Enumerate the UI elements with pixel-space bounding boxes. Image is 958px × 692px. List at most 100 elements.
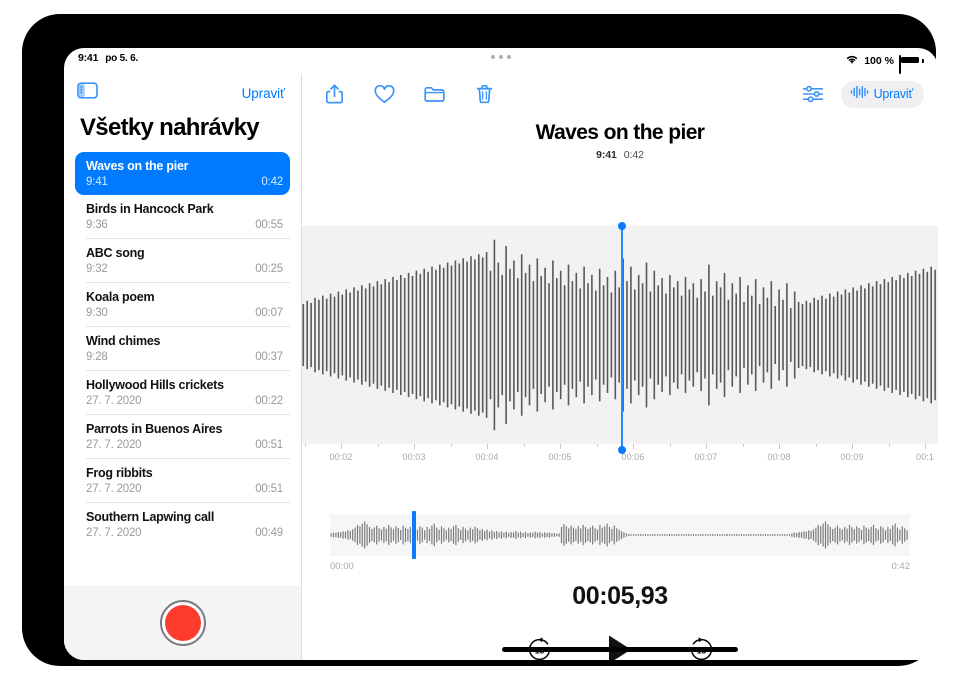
- list-item[interactable]: Waves on the pier 9:41 0:42: [75, 152, 290, 195]
- list-item[interactable]: Koala poem 9:30 00:07: [75, 283, 290, 326]
- sidebar-toggle-icon[interactable]: [77, 82, 98, 104]
- recording-time: 27. 7. 2020: [86, 527, 142, 539]
- recording-subtitle: 9:41 0:42: [302, 149, 938, 161]
- recording-time: 9:36: [86, 219, 108, 231]
- recording-name: Hollywood Hills crickets: [86, 378, 224, 392]
- recordings-list: Waves on the pier 9:41 0:42 Birds in Hancoc…: [64, 152, 301, 546]
- ruler-label: 00:02: [329, 452, 353, 462]
- status-bar-right: 100 %: [845, 52, 924, 74]
- recording-time: 27. 7. 2020: [86, 439, 142, 451]
- heart-icon[interactable]: [372, 82, 396, 106]
- ruler-tick: [779, 444, 780, 449]
- recording-duration: 00:07: [255, 307, 283, 319]
- scrubber-end-label: 0:42: [891, 561, 911, 572]
- recording-time: 27. 7. 2020: [86, 395, 142, 407]
- recording-duration: 00:51: [255, 483, 283, 495]
- ruler-label: 00:05: [548, 452, 572, 462]
- recording-duration: 00:22: [255, 395, 283, 407]
- recording-name: Southern Lapwing call: [86, 510, 215, 524]
- ruler-minor-tick: [742, 444, 744, 447]
- recording-meta: 9:30 00:07: [86, 307, 283, 319]
- ruler-minor-tick: [377, 444, 379, 447]
- recording-subtitle-duration: 0:42: [623, 149, 644, 161]
- recording-meta: 9:32 00:25: [86, 263, 283, 275]
- recording-subtitle-time: 9:41: [596, 149, 617, 161]
- list-item[interactable]: Frog ribbits 27. 7. 2020 00:51: [75, 459, 290, 502]
- battery-full-icon: [899, 54, 924, 74]
- recording-meta: 27. 7. 2020 00:51: [86, 439, 283, 451]
- ruler-tick: [341, 444, 342, 449]
- sidebar-toolbar: Upraviť: [64, 74, 301, 112]
- ruler-minor-tick: [815, 444, 817, 447]
- ruler-label: 00:04: [475, 452, 499, 462]
- status-bar-left: 9:41 po 5. 6.: [78, 52, 138, 64]
- ruler-minor-tick: [596, 444, 598, 447]
- recording-duration: 00:49: [255, 527, 283, 539]
- recording-duration: 00:51: [255, 439, 283, 451]
- current-time-display: 00:05,93: [572, 582, 668, 610]
- share-icon[interactable]: [322, 82, 346, 106]
- recording-meta: 27. 7. 2020 00:49: [86, 527, 283, 539]
- list-item[interactable]: Southern Lapwing call 27. 7. 2020 00:49: [75, 503, 290, 546]
- home-indicator: [502, 647, 738, 652]
- recording-name: Frog ribbits: [86, 466, 153, 480]
- recording-title: Waves on the pier: [535, 121, 705, 144]
- transport-controls: 15 1: [302, 632, 938, 660]
- screenshot-root: 9:41 po 5. 6. 100 % Upraviť Všetky nahrá…: [0, 0, 958, 692]
- overview-waveform-bars: [330, 514, 910, 556]
- ruler-tick: [487, 444, 488, 449]
- split-view: Upraviť Všetky nahrávky Waves on the pie…: [64, 74, 938, 660]
- trash-icon[interactable]: [472, 82, 496, 106]
- edit-recording-button[interactable]: Upraviť: [840, 80, 924, 108]
- list-item[interactable]: Birds in Hancock Park 9:36 00:55: [75, 195, 290, 238]
- overview-scrubber-labels: 00:00 0:42: [330, 561, 910, 572]
- list-item[interactable]: Hollywood Hills crickets 27. 7. 2020 00:22: [75, 371, 290, 414]
- audio-sliders-icon[interactable]: [801, 82, 825, 106]
- sidebar-edit-button[interactable]: Upraviť: [242, 86, 285, 101]
- recording-name: Birds in Hancock Park: [86, 202, 214, 216]
- recording-time: 9:30: [86, 307, 108, 319]
- record-icon: [164, 605, 201, 641]
- edit-recording-label: Upraviť: [873, 87, 914, 101]
- waveform-playhead[interactable]: [618, 222, 627, 454]
- ruler-tick: [633, 444, 634, 449]
- ruler-label: 00:08: [767, 452, 791, 462]
- ruler-tick: [852, 444, 853, 449]
- ruler-tick: [414, 444, 415, 449]
- ruler-minor-tick: [669, 444, 671, 447]
- ruler-tick: [706, 444, 707, 449]
- ruler-label: 00:03: [402, 452, 426, 462]
- ruler-label: 00:07: [694, 452, 718, 462]
- recording-meta: 9:28 00:37: [86, 351, 283, 363]
- ruler-minor-tick: [450, 444, 452, 447]
- ruler-minor-tick: [304, 444, 306, 447]
- play-icon[interactable]: [605, 632, 635, 660]
- list-item[interactable]: Wind chimes 9:28 00:37: [75, 327, 290, 370]
- record-button[interactable]: [159, 600, 206, 646]
- record-footer: [64, 586, 301, 660]
- ipad-device-frame: 9:41 po 5. 6. 100 % Upraviť Všetky nahrá…: [22, 14, 938, 666]
- recording-name: ABC song: [86, 246, 145, 260]
- ruler-minor-tick: [888, 444, 890, 447]
- list-item[interactable]: ABC song 9:32 00:25: [75, 239, 290, 282]
- overview-playhead[interactable]: [411, 511, 416, 559]
- waveform-panel[interactable]: [302, 226, 938, 444]
- overview-scrubber[interactable]: [330, 511, 910, 559]
- ruler-tick: [925, 444, 926, 449]
- list-item[interactable]: Parrots in Buenos Aires 27. 7. 2020 00:51: [75, 415, 290, 458]
- scrubber-start-label: 00:00: [330, 561, 354, 572]
- wifi-icon: [845, 52, 859, 70]
- recording-duration: 0:42: [261, 176, 283, 188]
- recording-meta: 9:36 00:55: [86, 219, 283, 231]
- multitasking-handle-icon[interactable]: [491, 55, 511, 59]
- ruler-tick: [560, 444, 561, 449]
- recording-time: 9:41: [86, 176, 108, 188]
- recording-name: Koala poem: [86, 290, 155, 304]
- detail-toolbar-actions: [322, 82, 496, 106]
- recording-meta: 9:41 0:42: [86, 176, 283, 188]
- detail-toolbar: Upraviť: [302, 74, 938, 114]
- ruler-minor-tick: [523, 444, 525, 447]
- folder-icon[interactable]: [422, 82, 446, 106]
- recording-time: 9:32: [86, 263, 108, 275]
- ruler-label: 00:06: [621, 452, 645, 462]
